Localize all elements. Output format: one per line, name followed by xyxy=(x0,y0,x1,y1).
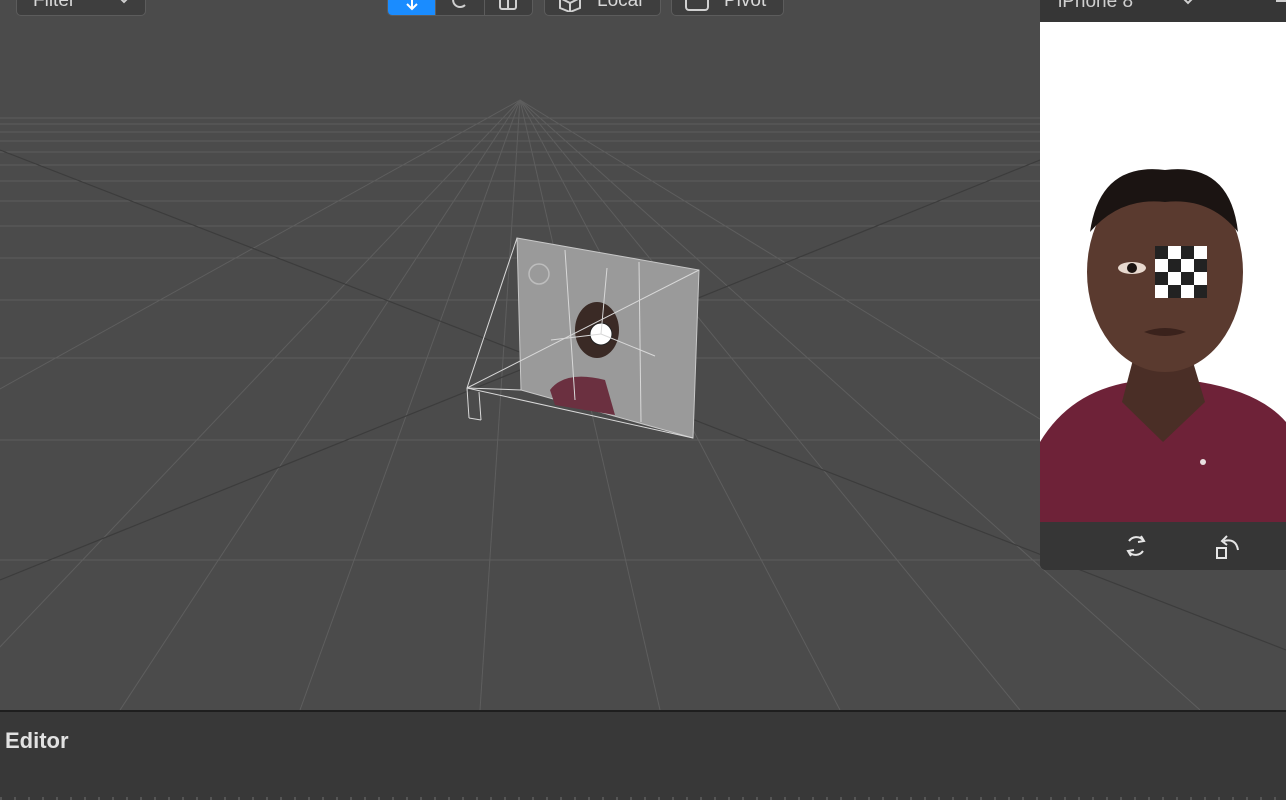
editor-panel: Editor xyxy=(0,710,1286,800)
reset-orientation-icon[interactable] xyxy=(1214,532,1242,560)
editor-title: Editor xyxy=(5,728,69,753)
transform-tools xyxy=(387,0,533,16)
rotate-icon[interactable] xyxy=(1123,533,1149,559)
local-space-button[interactable]: Local xyxy=(544,0,661,16)
local-label: Local xyxy=(597,0,643,11)
move-tool-button[interactable] xyxy=(388,0,437,15)
menu-icon[interactable] xyxy=(1276,0,1286,8)
camera-gizmo[interactable] xyxy=(455,230,715,450)
simulator-preview xyxy=(1040,22,1286,522)
scale-tool-button[interactable] xyxy=(485,0,532,15)
preview-image xyxy=(1040,22,1286,522)
pivot-icon xyxy=(685,0,709,11)
chevron-down-icon xyxy=(120,0,128,4)
simulator-controls xyxy=(1040,522,1286,570)
rotate-tool-button[interactable] xyxy=(436,0,485,15)
device-select-label[interactable]: iPhone 8 xyxy=(1058,0,1133,13)
device-simulator: iPhone 8 xyxy=(1040,0,1286,570)
pivot-button[interactable]: Pivot xyxy=(671,0,784,16)
scale-icon xyxy=(499,0,518,10)
move-icon xyxy=(405,0,418,11)
checker-marker xyxy=(1155,246,1207,298)
cube-icon xyxy=(559,0,581,12)
pivot-label: Pivot xyxy=(724,0,767,11)
filter-dropdown[interactable]: Filter xyxy=(16,0,146,16)
rotate-tool-icon xyxy=(452,0,466,8)
filter-label: Filter xyxy=(33,0,76,11)
chevron-down-icon[interactable] xyxy=(1181,0,1195,6)
